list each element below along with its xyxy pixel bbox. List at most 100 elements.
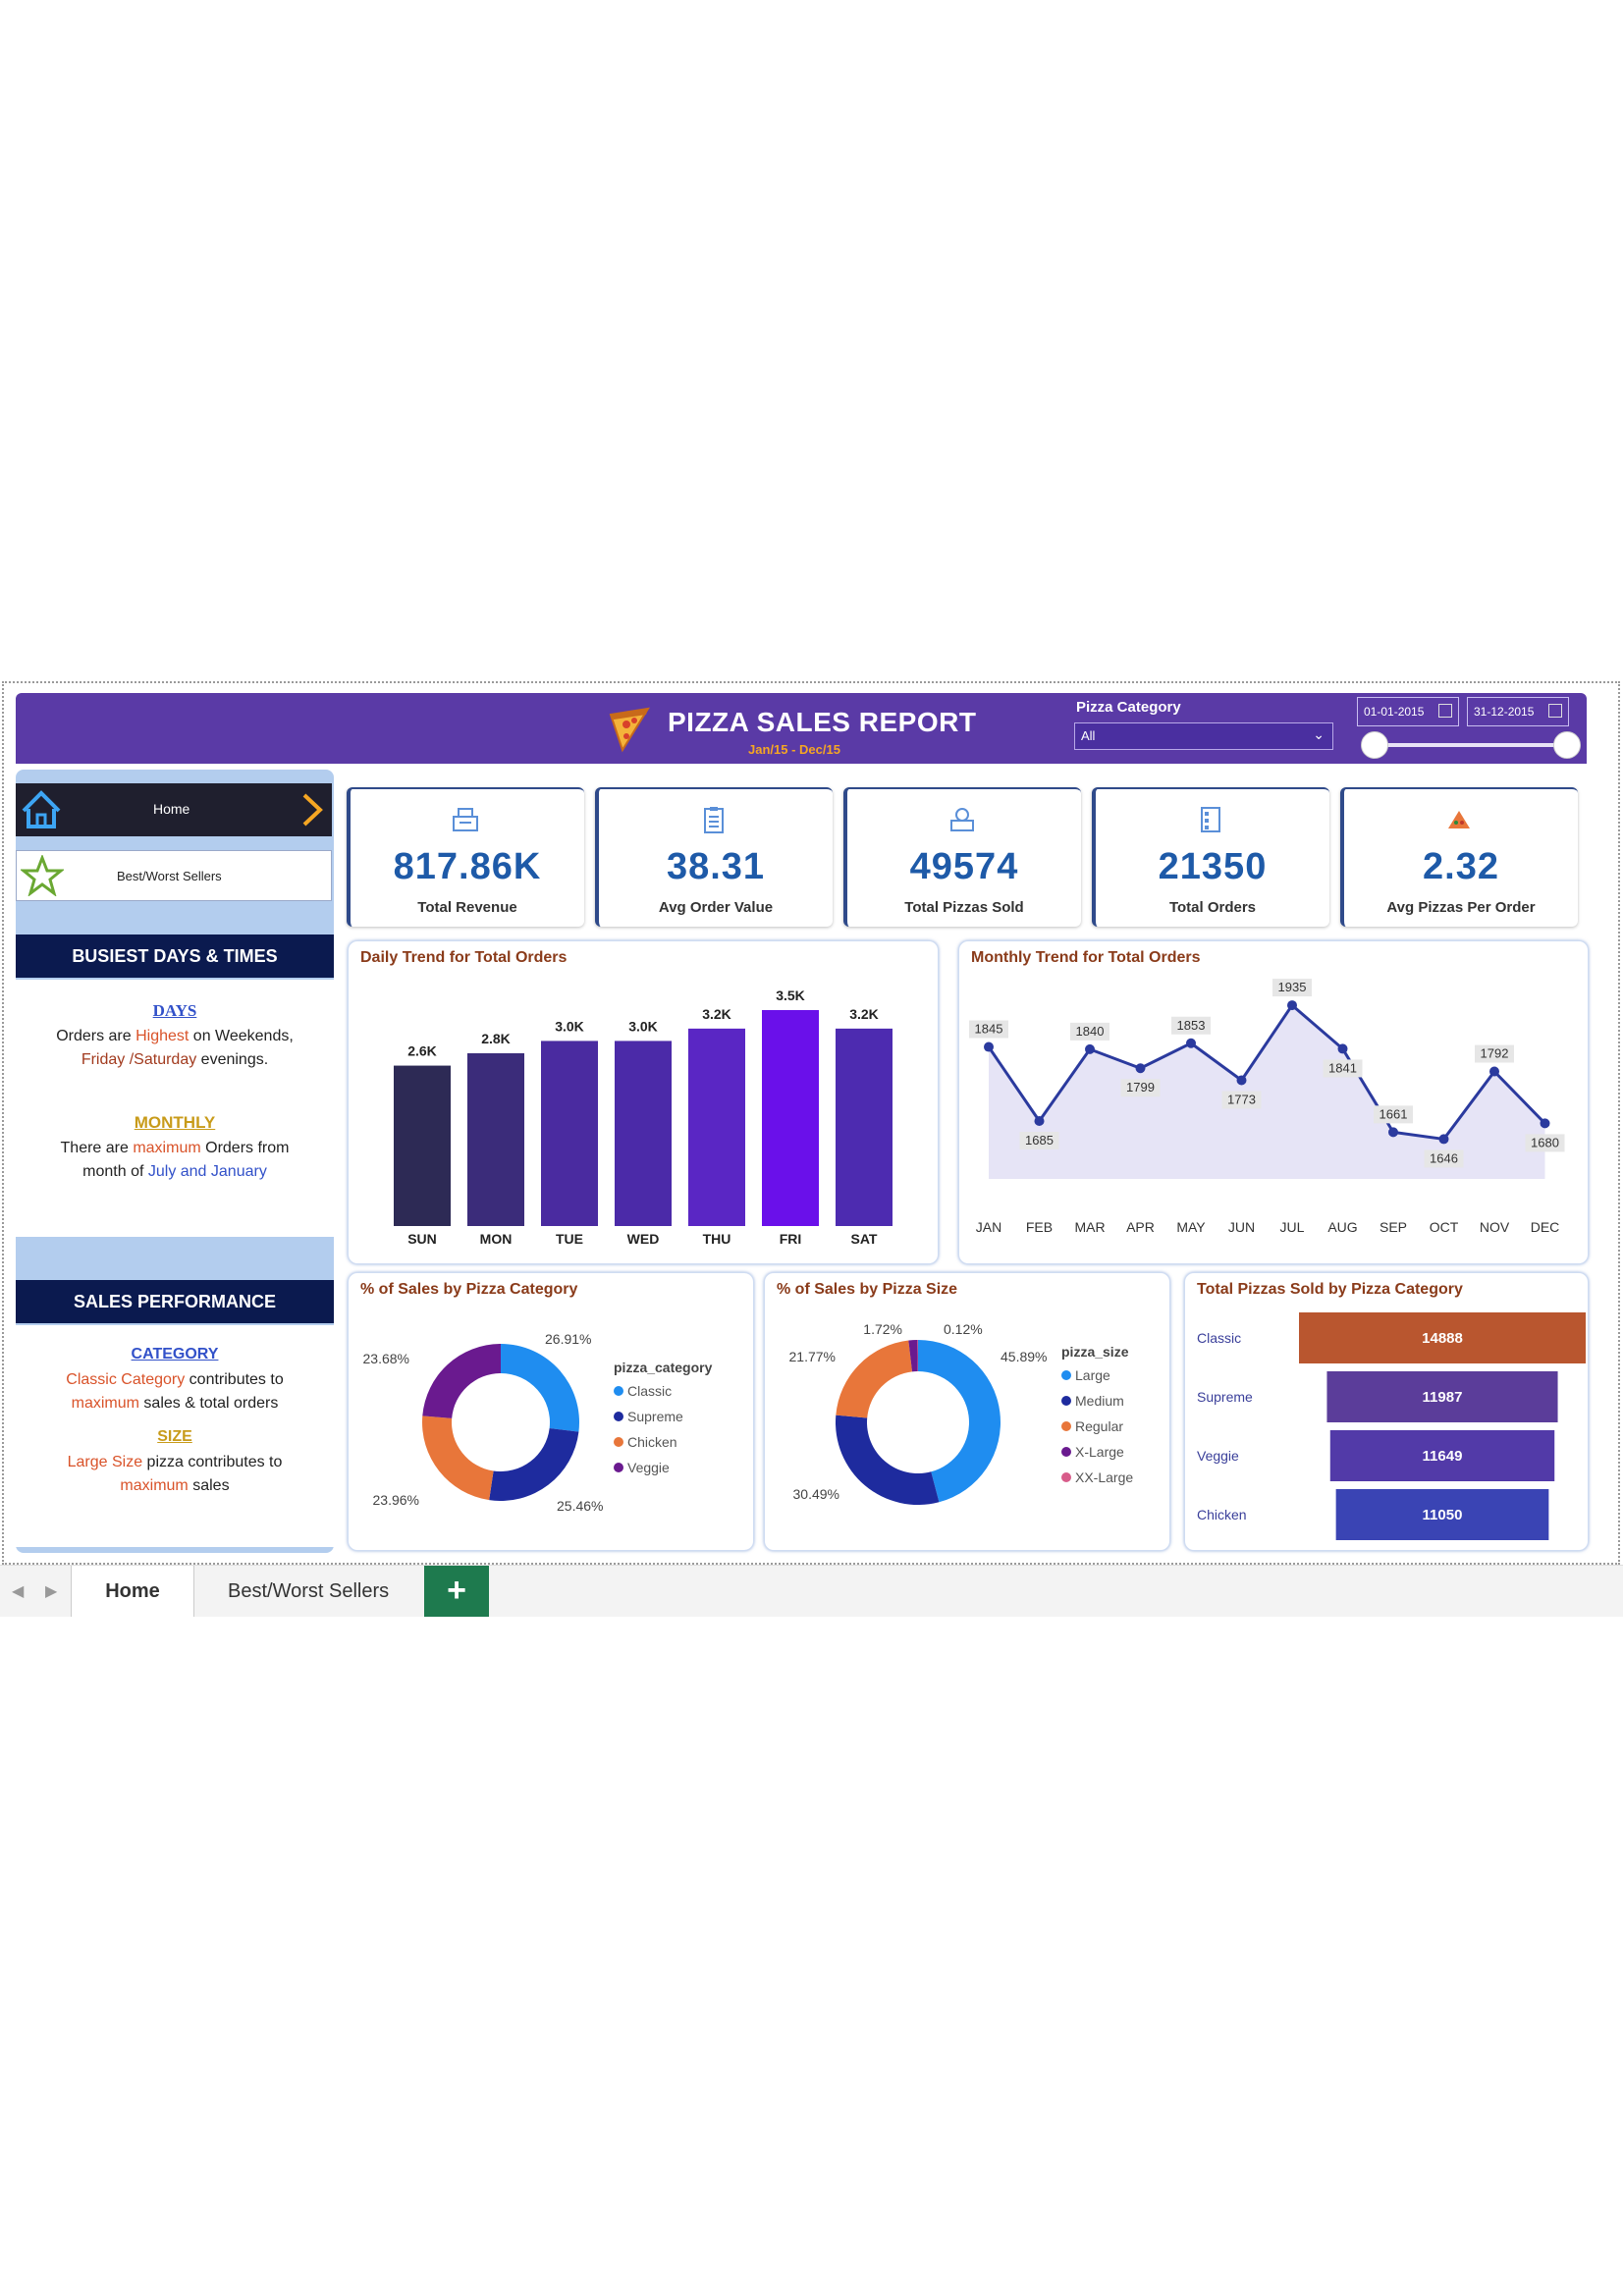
bar bbox=[615, 1041, 672, 1226]
pizza-category-value: All bbox=[1081, 728, 1096, 743]
donut-slice bbox=[422, 1415, 494, 1501]
category-title: CATEGORY bbox=[131, 1346, 219, 1362]
bar-data-label: 3.2K bbox=[849, 1006, 879, 1022]
bar bbox=[541, 1041, 598, 1226]
x-tick-label: APR bbox=[1126, 1219, 1155, 1235]
pizzas-by-category-funnel: 14888 Classic 11987 Supreme 11649 Veggie 11050… bbox=[1197, 1312, 1586, 1540]
add-sheet-button[interactable]: + bbox=[424, 1566, 489, 1617]
star-icon bbox=[21, 855, 64, 896]
date-slider-start-handle[interactable] bbox=[1361, 731, 1388, 759]
daily-trend-chart: 2.6K SUN 2.8K MON 3.0K TUE 3.0K WED 3.2K THU 3.5K F… bbox=[394, 988, 893, 1247]
x-tick-label: AUG bbox=[1327, 1219, 1357, 1235]
order-list-icon bbox=[1201, 807, 1220, 832]
nav-home-button[interactable]: Home bbox=[16, 783, 332, 836]
donut-slice bbox=[501, 1344, 579, 1432]
x-tick-label: FRI bbox=[780, 1231, 802, 1247]
tab-home[interactable]: Home bbox=[71, 1566, 194, 1617]
bar bbox=[394, 1065, 451, 1226]
data-point bbox=[1438, 1134, 1449, 1145]
chevron-down-icon: ⌄ bbox=[1313, 726, 1325, 742]
slice-value-label: 45.89% bbox=[1001, 1349, 1047, 1364]
data-point bbox=[1034, 1116, 1045, 1127]
end-date-input[interactable]: 31-12-2015 bbox=[1467, 697, 1569, 726]
data-point bbox=[1489, 1066, 1499, 1077]
pizza-logo-icon bbox=[609, 707, 650, 753]
x-tick-label: MAR bbox=[1074, 1219, 1105, 1235]
kpi-total-orders: 21350 Total Orders bbox=[1092, 787, 1329, 927]
kpi-label: Total Pizzas Sold bbox=[904, 899, 1024, 916]
date-range-slider[interactable] bbox=[1373, 743, 1565, 747]
tab-best-worst-sellers[interactable]: Best/Worst Sellers bbox=[228, 1566, 389, 1617]
data-point bbox=[984, 1041, 994, 1052]
size-highlight: maximum bbox=[120, 1477, 189, 1494]
legend-title: pizza_category bbox=[614, 1360, 713, 1375]
clipboard-icon bbox=[704, 807, 724, 833]
size-line-1: Large Size pizza contributes to bbox=[16, 1451, 334, 1474]
x-tick-label: TUE bbox=[556, 1231, 583, 1247]
nav-home-label: Home bbox=[153, 801, 190, 817]
pizza-category-dropdown[interactable]: All ⌄ bbox=[1074, 722, 1333, 750]
legend-item: XX-Large bbox=[1061, 1469, 1133, 1485]
nav-best-worst-button[interactable]: Best/Worst Sellers bbox=[16, 850, 332, 901]
kpi-total-pizzas-sold: 49574 Total Pizzas Sold bbox=[843, 787, 1081, 927]
bar-data-label: 3.5K bbox=[776, 988, 805, 1003]
size-line-2: maximum sales bbox=[16, 1474, 334, 1498]
legend-label: Regular bbox=[1075, 1418, 1124, 1434]
monthly-highlight: maximum bbox=[133, 1140, 201, 1156]
monthly-line-2: month of July and January bbox=[16, 1160, 334, 1184]
legend-label: Large bbox=[1075, 1367, 1110, 1383]
data-label: 1841 bbox=[1328, 1060, 1357, 1075]
legend-dot bbox=[614, 1463, 623, 1472]
legend-item: Classic bbox=[614, 1383, 712, 1399]
legend-dot bbox=[1061, 1447, 1071, 1457]
donut-slice bbox=[836, 1415, 940, 1505]
legend-dot bbox=[1061, 1370, 1071, 1380]
slice-value-label: 23.68% bbox=[363, 1351, 409, 1366]
date-slider-end-handle[interactable] bbox=[1553, 731, 1581, 759]
x-tick-label: SAT bbox=[851, 1231, 878, 1247]
scroll-right-icon[interactable]: ▶ bbox=[45, 1581, 57, 1601]
kpi-label: Total Orders bbox=[1168, 899, 1257, 916]
start-date-value: 01-01-2015 bbox=[1364, 705, 1425, 719]
bar-data-label: 2.8K bbox=[481, 1031, 511, 1046]
data-label: 1773 bbox=[1227, 1093, 1256, 1107]
funnel-value-label: 14888 bbox=[1422, 1330, 1463, 1347]
size-legend: pizza_size Large Medium Regular X-Large … bbox=[1061, 1344, 1133, 1495]
days-text: on Weekends, bbox=[189, 1028, 294, 1044]
legend-label: Veggie bbox=[627, 1460, 670, 1475]
funnel-category-label: Classic bbox=[1197, 1330, 1241, 1346]
busiest-days-heading: BUSIEST DAYS & TIMES bbox=[16, 934, 334, 978]
sheet-tabs-bar: ◀ ▶ Home Best/Worst Sellers + bbox=[0, 1565, 1623, 1617]
donut-slice bbox=[836, 1340, 913, 1418]
legend-item: Regular bbox=[1061, 1418, 1133, 1434]
category-line-2: maximum sales & total orders bbox=[16, 1392, 334, 1415]
days-highlight: Highest bbox=[135, 1028, 189, 1044]
home-icon bbox=[22, 790, 61, 828]
monthly-trend-panel: Monthly Trend for Total Orders 1845 JAN 16… bbox=[958, 940, 1589, 1264]
legend-label: XX-Large bbox=[1075, 1469, 1134, 1485]
report-period: Jan/15 - Dec/15 bbox=[748, 742, 840, 757]
kpi-label: Avg Order Value bbox=[658, 899, 774, 916]
legend-label: Medium bbox=[1075, 1393, 1124, 1409]
days-highlight: Friday /Saturday bbox=[81, 1051, 197, 1068]
cash-register-icon bbox=[453, 808, 478, 831]
kpi-label: Avg Pizzas Per Order bbox=[1386, 899, 1536, 916]
size-text: sales bbox=[188, 1477, 230, 1494]
category-line-1: Classic Category contributes to bbox=[16, 1368, 334, 1392]
days-line-2: Friday /Saturday evenings. bbox=[16, 1048, 334, 1072]
x-tick-label: JAN bbox=[976, 1219, 1001, 1235]
data-label: 1646 bbox=[1430, 1150, 1458, 1165]
donut-slice bbox=[489, 1427, 579, 1501]
kpi-value: 21350 bbox=[1158, 846, 1268, 887]
funnel-category-label: Supreme bbox=[1197, 1389, 1253, 1405]
legend-dot bbox=[1061, 1421, 1071, 1431]
scroll-left-icon[interactable]: ◀ bbox=[12, 1581, 24, 1601]
legend-label: Classic bbox=[627, 1383, 673, 1399]
kpi-avg-order-value: 38.31 Avg Order Value bbox=[595, 787, 833, 927]
start-date-input[interactable]: 01-01-2015 bbox=[1357, 697, 1459, 726]
report-title: PIZZA SALES REPORT bbox=[668, 707, 977, 737]
calendar-icon bbox=[1438, 704, 1452, 718]
data-label: 1799 bbox=[1126, 1080, 1155, 1095]
days-line-1: Orders are Highest on Weekends, bbox=[16, 1025, 334, 1048]
daily-trend-panel: Daily Trend for Total Orders 2.6K SUN 2.8K… bbox=[348, 940, 939, 1264]
